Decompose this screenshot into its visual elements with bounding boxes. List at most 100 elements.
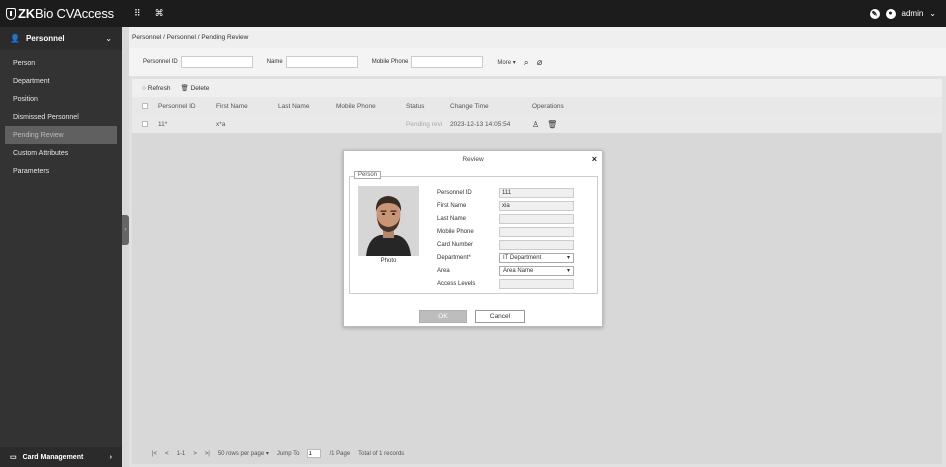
pagination: |< < 1-1 > >| 50 rows per page ▾ Jump To… (152, 449, 404, 458)
cell-first-name: x*a (216, 120, 226, 128)
mobile-phone-label: Mobile Phone (437, 228, 474, 235)
chevron-down-icon: ⌄ (105, 34, 112, 43)
column-header-last-name[interactable]: Last Name (278, 103, 336, 110)
sidebar-section-label: Personnel (25, 34, 65, 43)
dialog-title-bar: Review × (344, 151, 602, 167)
cell-personnel-id: 11* (158, 120, 168, 128)
sidebar-footer-label: Card Management (22, 453, 84, 461)
department-row: Department* IT Department ▾ (437, 252, 574, 263)
review-person-icon[interactable]: ♙ (532, 120, 539, 129)
chevron-right-icon: › (109, 453, 112, 461)
sidebar-section-personnel[interactable]: 👤 Personnel ⌄ (0, 27, 122, 50)
clear-filter-icon[interactable]: ⌀ (537, 57, 542, 68)
sidebar-section-card-management[interactable]: ▭ Card Management › (0, 447, 122, 467)
sidebar-item-custom-attributes[interactable]: Custom Attributes (0, 144, 122, 162)
refresh-label: Refresh (147, 84, 171, 92)
rows-per-page-select[interactable]: 50 rows per page ▾ (218, 450, 269, 457)
sidebar-item-position[interactable]: Position (0, 90, 122, 108)
person-fieldset: Person Photo Personnel ID 111 First Name… (349, 171, 598, 294)
sidebar-item-dismissed-personnel[interactable]: Dismissed Personnel (0, 108, 122, 126)
grid-menu-icon[interactable]: ⠿ (134, 8, 141, 19)
access-levels-field[interactable] (499, 278, 574, 289)
personnel-id-filter-label: Personnel ID (143, 59, 178, 65)
module-icon[interactable]: ⌘ (155, 8, 164, 19)
prev-page-button[interactable]: < (165, 451, 169, 457)
more-label: More (497, 59, 512, 66)
review-dialog: Review × Person Photo Personnel ID 111 F… (343, 150, 603, 327)
sidebar-item-pending-review[interactable]: Pending Review (5, 126, 117, 144)
mobile-phone-field (499, 226, 574, 237)
chevron-down-icon[interactable]: ⌄ (929, 9, 936, 18)
area-select[interactable]: Area Name ▾ (499, 265, 574, 276)
delete-button[interactable]: 🗑 Delete (181, 84, 210, 92)
last-page-button[interactable]: >| (205, 451, 210, 457)
access-levels-row: Access Levels (437, 278, 574, 289)
jump-to-page-input[interactable] (307, 449, 322, 458)
sidebar-collapse-handle[interactable]: ‹ (122, 215, 129, 245)
more-filters-button[interactable]: More ▾ (497, 59, 515, 66)
breadcrumb: Personnel / Personnel / Pending Review (129, 27, 946, 48)
cancel-button[interactable]: Cancel (475, 310, 525, 323)
department-value: IT Department (503, 254, 542, 261)
first-page-button[interactable]: |< (152, 451, 157, 457)
first-name-field: xia (499, 200, 574, 211)
caret-down-icon: ▾ (566, 255, 570, 261)
sidebar-item-parameters[interactable]: Parameters (0, 162, 122, 180)
sidebar-item-person[interactable]: Person (0, 54, 122, 72)
personnel-id-row: Personnel ID 111 (437, 187, 574, 198)
name-filter-input[interactable] (285, 56, 358, 68)
row-checkbox[interactable] (142, 121, 148, 127)
last-name-row: Last Name (437, 213, 574, 224)
person-legend: Person (354, 171, 382, 179)
column-header-first-name[interactable]: First Name (216, 103, 278, 110)
toolbar: ○ Refresh 🗑 Delete (132, 79, 942, 97)
page-total: /1 Page (329, 450, 351, 457)
close-icon[interactable]: × (592, 154, 597, 164)
mobile-filter-input[interactable] (411, 56, 484, 68)
delete-label: Delete (190, 85, 210, 92)
column-header-personnel-id[interactable]: Personnel ID (158, 103, 216, 110)
department-select[interactable]: IT Department ▾ (499, 252, 574, 263)
area-label: Area (437, 267, 450, 274)
rows-per-page-label: 50 rows per page (217, 451, 265, 457)
first-name-row: First Name xia (437, 200, 574, 211)
first-name-label: First Name (437, 202, 467, 209)
logo-suffix: Bio CVAccess (34, 6, 114, 21)
jump-to-label: Jump To (276, 450, 300, 457)
settings-icon[interactable]: ✎ (869, 8, 880, 19)
mobile-filter-label: Mobile Phone (371, 59, 409, 65)
access-levels-label: Access Levels (437, 280, 476, 287)
search-icon[interactable]: ⌕ (524, 57, 529, 68)
column-header-mobile-phone[interactable]: Mobile Phone (336, 103, 406, 110)
filter-bar: Personnel ID Name Mobile Phone More ▾ ⌕ … (129, 48, 946, 76)
personnel-id-filter-input[interactable] (180, 56, 253, 68)
sidebar-item-department[interactable]: Department (0, 72, 122, 90)
app-logo[interactable]: ZK Bio CVAccess (0, 6, 122, 21)
last-name-field (499, 213, 574, 224)
user-avatar-icon[interactable]: ● (885, 8, 896, 19)
dialog-title: Review (462, 155, 484, 163)
card-number-row: Card Number (437, 239, 574, 250)
refresh-button[interactable]: ○ Refresh (142, 85, 171, 92)
delete-row-icon[interactable]: 🗑 (547, 120, 557, 129)
logo-prefix: ZK (18, 6, 35, 21)
cell-status: Pending revi (406, 120, 443, 128)
table-row[interactable]: 11* x*a Pending revi 2023-12-13 14:05:54… (132, 115, 942, 133)
card-number-label: Card Number (437, 241, 474, 248)
trash-icon: 🗑 (180, 85, 189, 92)
user-name[interactable]: admin (902, 9, 924, 18)
last-name-label: Last Name (437, 215, 467, 222)
sidebar: 👤 Personnel ⌄ Person Department Position… (0, 27, 122, 467)
column-header-status[interactable]: Status (406, 103, 450, 110)
cell-change-time: 2023-12-13 14:05:54 (450, 120, 511, 128)
select-all-checkbox[interactable] (142, 103, 148, 109)
column-header-change-time[interactable]: Change Time (450, 103, 532, 110)
personnel-id-field: 111 (499, 187, 574, 198)
card-icon: ▭ (10, 454, 17, 461)
personnel-id-label: Personnel ID (437, 189, 472, 196)
ok-button[interactable]: OK (419, 310, 467, 323)
page-range: 1-1 (176, 450, 186, 457)
next-page-button[interactable]: > (193, 451, 197, 457)
total-records: Total of 1 records (358, 450, 405, 457)
person-photo (358, 186, 419, 256)
